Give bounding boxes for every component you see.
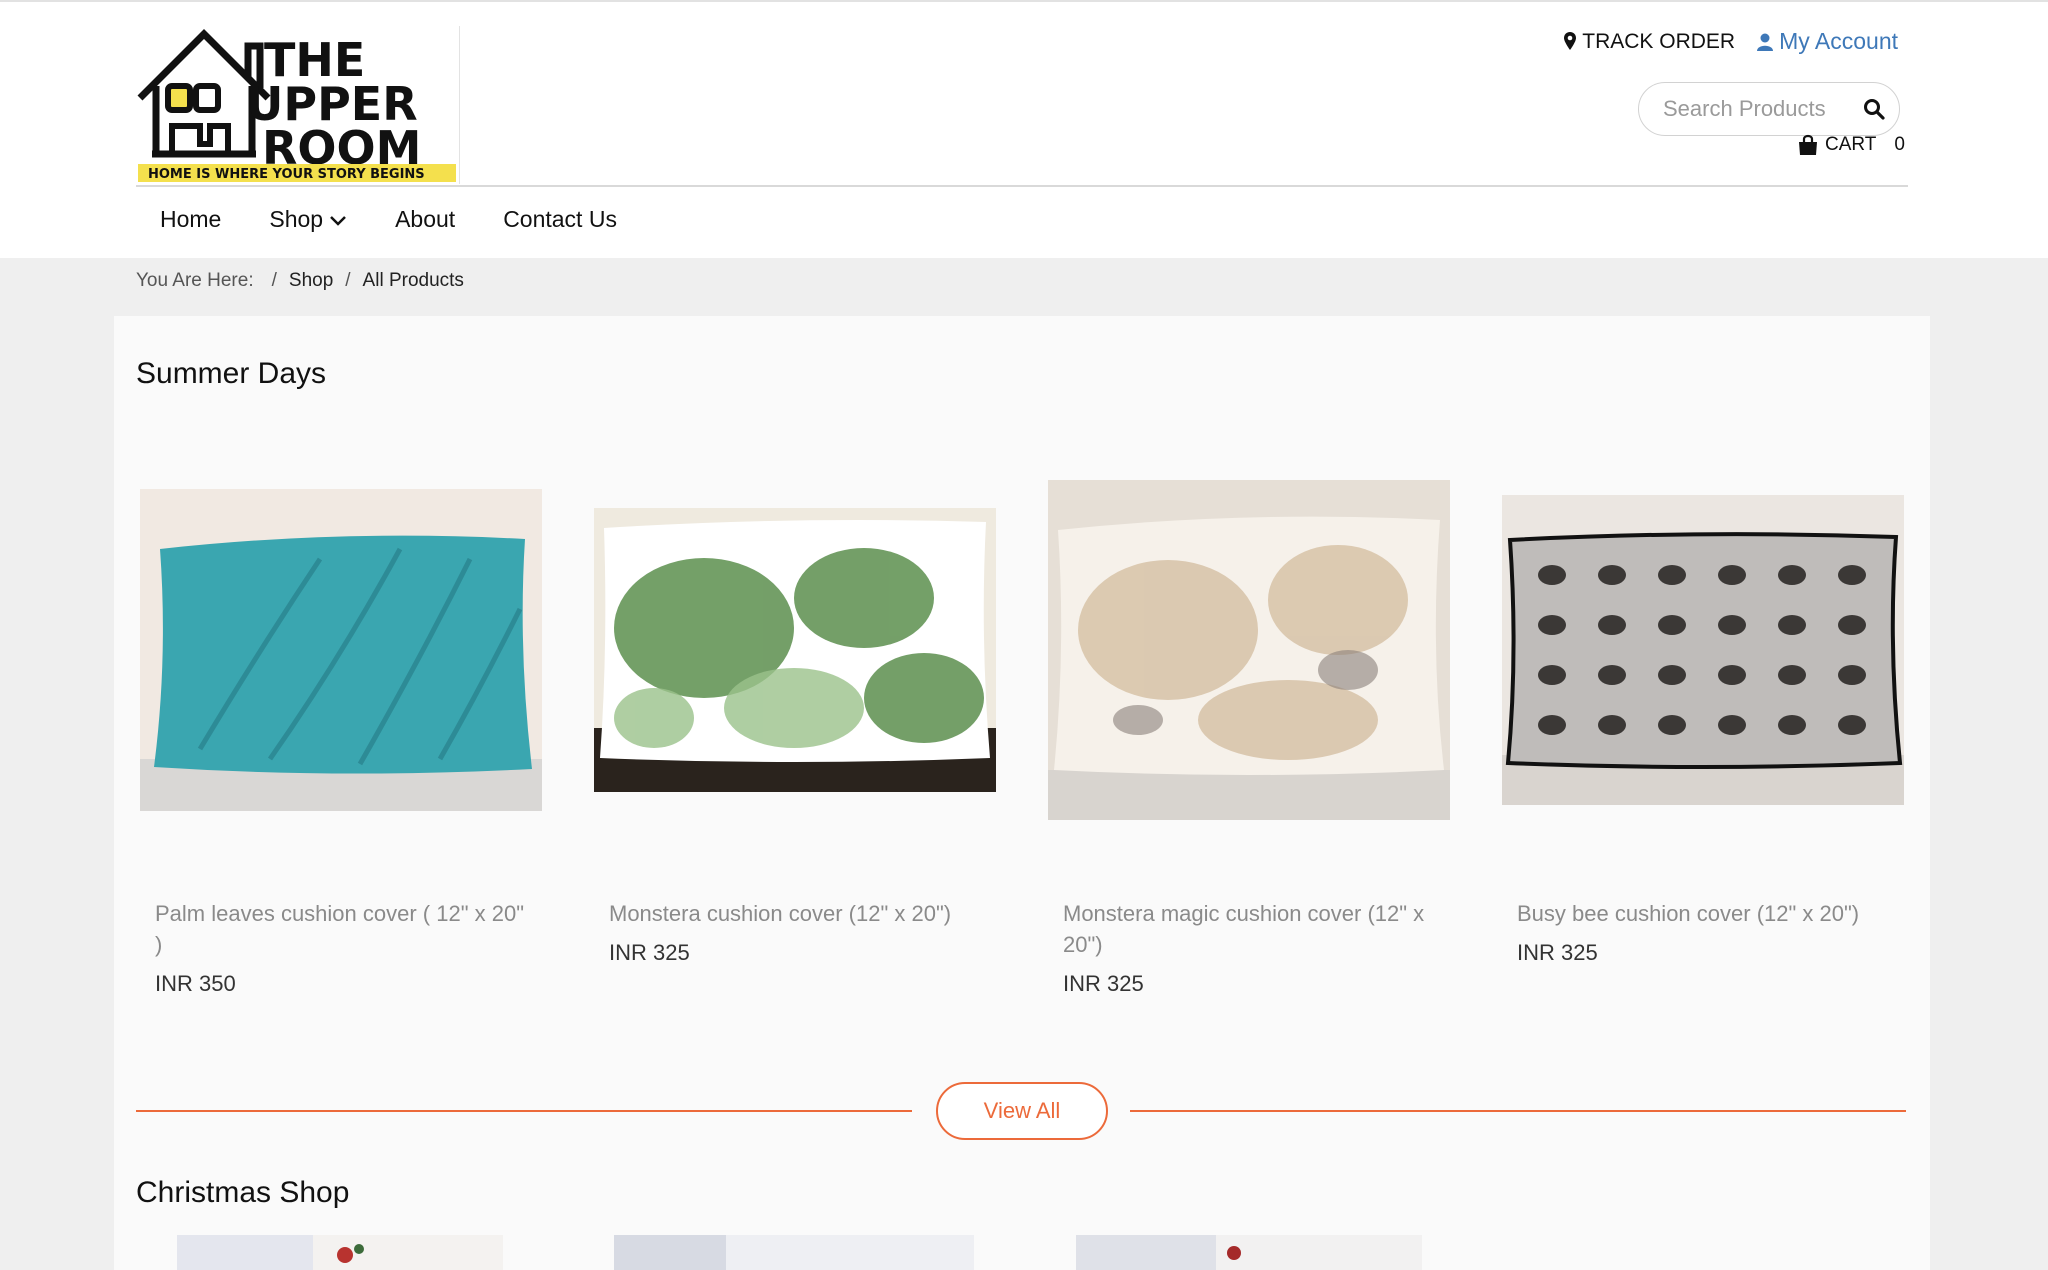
nav-home-label: Home — [160, 206, 222, 232]
nav-about[interactable]: About — [371, 206, 479, 233]
product-info: Palm leaves cushion cover ( 12" x 20" ) … — [155, 898, 535, 999]
my-account-label: My Account — [1779, 28, 1898, 54]
section-title-summer: Summer Days — [136, 357, 327, 390]
site-logo[interactable]: THE UPPER ROOM HOME IS WHERE YOUR STORY … — [136, 26, 460, 184]
nav-about-label: About — [395, 206, 456, 232]
product-info: Monstera magic cushion cover (12" x 20")… — [1063, 898, 1443, 999]
site-header: THE UPPER ROOM HOME IS WHERE YOUR STORY … — [0, 0, 2048, 258]
nav-shop[interactable]: Shop — [245, 206, 371, 233]
product-info: Busy bee cushion cover (12" x 20") INR 3… — [1517, 898, 1897, 968]
house-logo-icon: THE UPPER ROOM HOME IS WHERE YOUR STORY … — [137, 29, 456, 182]
product-image[interactable] — [1048, 480, 1450, 820]
cart-label: CART — [1825, 134, 1877, 155]
breadcrumb-shop[interactable]: Shop — [289, 270, 333, 292]
product-name[interactable]: Monstera magic cushion cover (12" x 20") — [1063, 898, 1443, 960]
map-pin-icon — [1564, 31, 1577, 50]
product-name[interactable]: Busy bee cushion cover (12" x 20") — [1517, 898, 1897, 929]
cart-link[interactable]: CART 0 — [1797, 134, 1905, 156]
search-icon — [1864, 99, 1885, 120]
breadcrumb-separator: / — [271, 270, 277, 291]
product-price: INR 325 — [609, 940, 690, 965]
product-image[interactable] — [1502, 495, 1904, 805]
product-price: INR 350 — [155, 971, 236, 996]
search-input[interactable] — [1661, 95, 1863, 123]
breadcrumb-current: All Products — [362, 270, 464, 291]
product-image[interactable] — [1502, 1264, 1904, 1270]
user-icon — [1757, 33, 1774, 51]
nav-contact[interactable]: Contact Us — [479, 206, 641, 233]
breadcrumb-prefix: You Are Here: — [136, 270, 254, 291]
nav-home[interactable]: Home — [136, 206, 245, 233]
search-button[interactable] — [1863, 98, 1885, 120]
product-image[interactable] — [614, 1235, 974, 1270]
product-price: INR 325 — [1517, 940, 1598, 965]
product-price: INR 325 — [1063, 971, 1144, 996]
nav-shop-label: Shop — [269, 206, 324, 232]
search-box — [1638, 82, 1900, 136]
header-divider — [136, 185, 1908, 187]
breadcrumb: You Are Here: / Shop / All Products — [136, 270, 464, 292]
nav-contact-label: Contact Us — [503, 206, 617, 232]
divider-line-left — [136, 1110, 912, 1112]
divider-line-right — [1130, 1110, 1906, 1112]
svg-text:HOME IS WHERE YOUR STORY BEGIN: HOME IS WHERE YOUR STORY BEGINS — [148, 167, 425, 182]
product-image[interactable] — [594, 508, 996, 792]
product-info: Monstera cushion cover (12" x 20") INR 3… — [609, 898, 989, 968]
chevron-down-icon — [330, 215, 346, 226]
view-all-button[interactable]: View All — [936, 1082, 1108, 1140]
product-image[interactable] — [1076, 1235, 1422, 1270]
my-account-link[interactable]: My Account — [1757, 28, 1898, 55]
product-name[interactable]: Palm leaves cushion cover ( 12" x 20" ) — [155, 898, 535, 960]
track-order-link[interactable]: TRACK ORDER — [1564, 30, 1735, 54]
main-nav: Home Shop About Contact Us — [136, 206, 641, 233]
track-order-label: TRACK ORDER — [1582, 29, 1736, 53]
cart-count: 0 — [1894, 134, 1905, 155]
breadcrumb-separator: / — [345, 270, 351, 291]
product-image[interactable] — [140, 489, 542, 811]
section-title-christmas: Christmas Shop — [136, 1176, 350, 1209]
product-image[interactable] — [177, 1235, 503, 1270]
shopping-bag-icon — [1799, 134, 1817, 155]
product-name[interactable]: Monstera cushion cover (12" x 20") — [609, 898, 989, 929]
